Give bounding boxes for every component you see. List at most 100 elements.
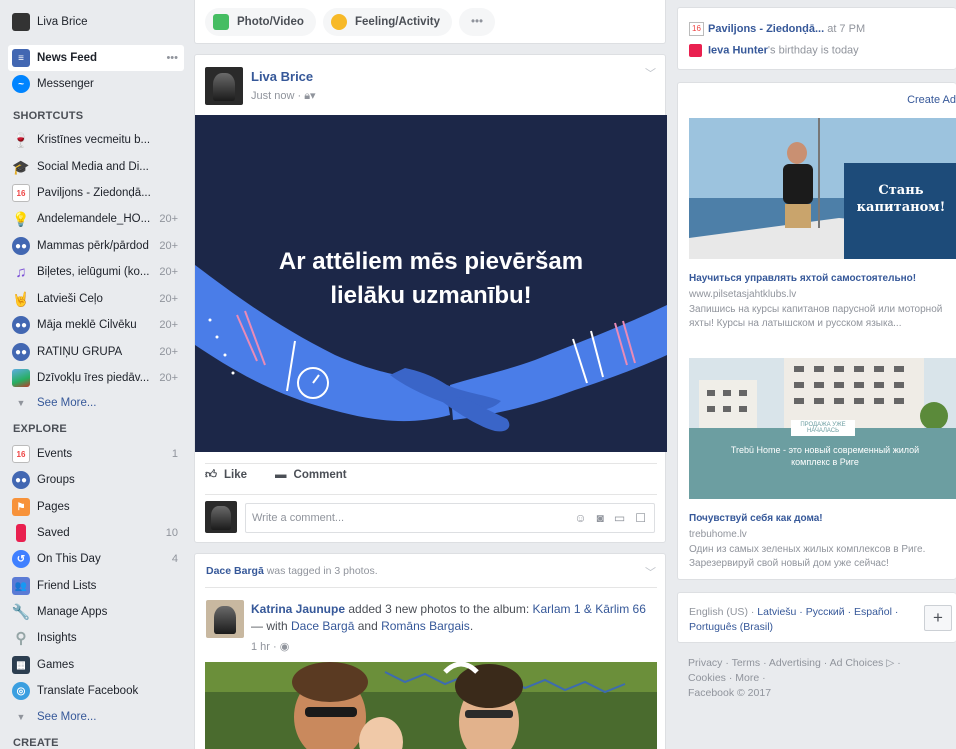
news-feed-icon: ≡ xyxy=(12,49,30,67)
camera-icon[interactable]: ◙ xyxy=(597,511,604,525)
comment-button[interactable]: ▬ Comment xyxy=(275,468,347,482)
ad-image-caption: Trebū Home - это новый современный жилой… xyxy=(730,445,920,467)
ad-description: Запишись на курсы капитанов парусной или… xyxy=(689,304,943,329)
shortcut-item[interactable]: ●● RATIŅU GRUPA 20+ xyxy=(8,339,184,365)
ad-title[interactable]: Почувствуй себя как дома! xyxy=(689,513,823,524)
calendar-icon: 16 xyxy=(12,184,30,202)
create-heading: CREATE xyxy=(13,737,59,749)
explore-heading: EXPLORE xyxy=(13,423,67,435)
banner-caption: Ar attēliem mēs pievēršam lielāku uzmanī… xyxy=(278,248,584,309)
ad-image-yacht[interactable]: Стань капитаном! xyxy=(689,118,956,259)
sidebar-item-saved[interactable]: Saved 10 xyxy=(8,520,184,546)
post-card: Dace Bargā was tagged in 3 photos. ﹀ Kat… xyxy=(194,553,666,749)
shortcut-item[interactable]: 🤘 Latvieši Čeļo 20+ xyxy=(8,286,184,312)
sidebar-item-translate[interactable]: ◎ Translate Facebook xyxy=(8,678,184,704)
sidebar-item-pages[interactable]: ⚑ Pages xyxy=(8,494,184,520)
sidebar-item-friend-lists[interactable]: 👥 Friend Lists xyxy=(8,573,184,599)
emoji-icon[interactable]: ☺ xyxy=(574,511,586,525)
sidebar-item-events[interactable]: 16 Events 1 xyxy=(8,441,184,467)
family-photo xyxy=(205,662,657,749)
thumbs-up-icon: 👍︎ xyxy=(205,469,218,481)
ad-title[interactable]: Научиться управлять яхтой самостоятельно… xyxy=(689,273,916,284)
clock-history-icon: ↺ xyxy=(12,550,30,568)
chevron-down-icon: ▼ xyxy=(16,712,26,722)
lock-icon: 🔒︎▾ xyxy=(304,90,316,102)
gif-icon[interactable]: ▭ xyxy=(614,511,625,525)
sidebar-item-manage-apps[interactable]: 🔧 Manage Apps xyxy=(8,599,184,625)
language-list: English (US) · Latviešu · Русский · Espa… xyxy=(689,606,899,633)
groups-icon: ●● xyxy=(12,471,30,489)
author-avatar[interactable] xyxy=(206,600,244,638)
ad-description: Один из самых зеленых жилых комплексов в… xyxy=(689,544,926,569)
language-card: English (US) · Latviešu · Русский · Espa… xyxy=(677,592,956,643)
sidebar-item-games[interactable]: ▦ Games xyxy=(8,652,184,678)
post-timestamp[interactable]: 1 hr · ◉ xyxy=(251,640,289,653)
news-feed-options-icon[interactable]: ••• xyxy=(166,52,178,64)
birthday-reminder[interactable]: Ieva Hunter's birthday is today xyxy=(689,44,859,57)
shortcut-item[interactable]: Dzīvokļu īres piedāv... 20+ xyxy=(8,365,184,391)
group-icon: ●● xyxy=(12,316,30,334)
post-photo[interactable] xyxy=(205,662,657,749)
globe-icon: ◉ xyxy=(279,641,290,653)
calendar-icon: 16 xyxy=(689,22,704,36)
ad-url[interactable]: trebuhome.lv xyxy=(689,529,747,540)
post-options-chevron-icon[interactable]: ﹀ xyxy=(645,564,656,580)
group-icon: ●● xyxy=(12,237,30,255)
smiley-icon xyxy=(331,14,347,30)
shortcut-item[interactable]: ♫ Biļetes, ielūgumi (ko... 20+ xyxy=(8,259,184,285)
comment-bubble-icon: ▬ xyxy=(275,469,287,481)
gift-icon xyxy=(689,44,702,57)
horns-icon: 🤘 xyxy=(12,290,30,307)
create-ad-link[interactable]: Create Ad xyxy=(907,94,956,106)
ad-image-caption: Стань капитаном! xyxy=(856,183,946,215)
photo-icon xyxy=(213,14,229,30)
comment-input[interactable]: Write a comment... ☺ ◙ ▭ ☐ xyxy=(245,503,655,533)
profile-link[interactable]: Liva Brice xyxy=(8,9,184,35)
wine-glass-icon: 🍷 xyxy=(12,131,30,148)
wrench-icon: 🔧 xyxy=(11,604,31,621)
shortcut-item[interactable]: 16 Paviljons - Ziedonḍā... xyxy=(8,180,184,206)
shortcut-item[interactable]: ●● Mammas pērk/pārdod 20+ xyxy=(8,233,184,259)
ad-image-building[interactable]: ПРОДАЖА УЖЕ НАЧАЛАСЬ Trebū Home - это но… xyxy=(689,358,956,499)
shortcut-item[interactable]: 🍷 Kristīnes vecmeitu b... xyxy=(8,127,184,153)
sidebar-item-news-feed[interactable]: ≡ News Feed ••• xyxy=(8,45,184,71)
sponsored-card: Create Ad Стань капитаном! Научиться упр… xyxy=(677,82,956,580)
games-icon: ▦ xyxy=(12,656,30,674)
photo-video-button[interactable]: Photo/Video xyxy=(205,8,316,36)
sidebar-item-groups[interactable]: ●● Groups xyxy=(8,467,184,493)
flag-icon: ⚑ xyxy=(12,498,30,516)
shortcuts-heading: SHORTCUTS xyxy=(13,110,84,122)
chevron-down-icon: ▼ xyxy=(16,398,26,408)
footer-links[interactable]: Privacy · Terms · Advertising · Ad Choic… xyxy=(688,656,938,686)
post-image[interactable]: Ar attēliem mēs pievēršam lielāku uzmanī… xyxy=(195,115,667,452)
footer: Privacy · Terms · Advertising · Ad Choic… xyxy=(688,656,938,701)
comment-composer: Write a comment... ☺ ◙ ▭ ☐ xyxy=(205,501,657,535)
sticker-icon[interactable]: ☐ xyxy=(635,511,646,525)
post-timestamp[interactable]: Just now · 🔒︎▾ xyxy=(251,89,316,103)
sidebar-item-insights[interactable]: ⚲ Insights xyxy=(8,625,184,651)
calendar-icon: 16 xyxy=(12,445,30,463)
landscape-icon xyxy=(12,369,30,387)
shortcut-item[interactable]: ●● Māja meklē Cilvēku 20+ xyxy=(8,312,184,338)
profile-avatar xyxy=(12,13,30,31)
shortcut-item[interactable]: 🎓 Social Media and Di... xyxy=(8,154,184,180)
sidebar-item-on-this-day[interactable]: ↺ On This Day 4 xyxy=(8,546,184,572)
post-options-chevron-icon[interactable]: ﹀ xyxy=(645,65,656,81)
tagged-story-header: Dace Bargā was tagged in 3 photos. xyxy=(206,565,378,577)
shortcut-item[interactable]: 💡 Andelemandele_HO... 20+ xyxy=(8,206,184,232)
composer-more-button[interactable]: ••• xyxy=(459,8,496,36)
author-avatar[interactable] xyxy=(205,67,243,105)
like-button[interactable]: 👍︎ Like xyxy=(205,468,247,482)
shortcuts-see-more[interactable]: ▼ See More... xyxy=(8,390,184,416)
reminders-card: 16 Paviljons - Ziedonḍā... at 7 PM Ieva H… xyxy=(677,7,956,70)
left-sidebar: Liva Brice ≡ News Feed ••• ~ Messenger S… xyxy=(0,0,186,749)
messenger-icon: ~ xyxy=(12,75,30,93)
ad-url[interactable]: www.pilsetasjahtklubs.lv xyxy=(689,289,796,300)
sidebar-item-messenger[interactable]: ~ Messenger xyxy=(8,71,184,97)
bookmark-icon xyxy=(16,524,26,542)
feeling-activity-button[interactable]: Feeling/Activity xyxy=(323,8,452,36)
explore-see-more[interactable]: ▼ See More... xyxy=(8,704,184,730)
post-author[interactable]: Liva Brice xyxy=(251,69,313,84)
add-language-button[interactable]: + xyxy=(924,605,952,631)
event-reminder[interactable]: 16 Paviljons - Ziedonḍā... at 7 PM xyxy=(689,22,865,36)
